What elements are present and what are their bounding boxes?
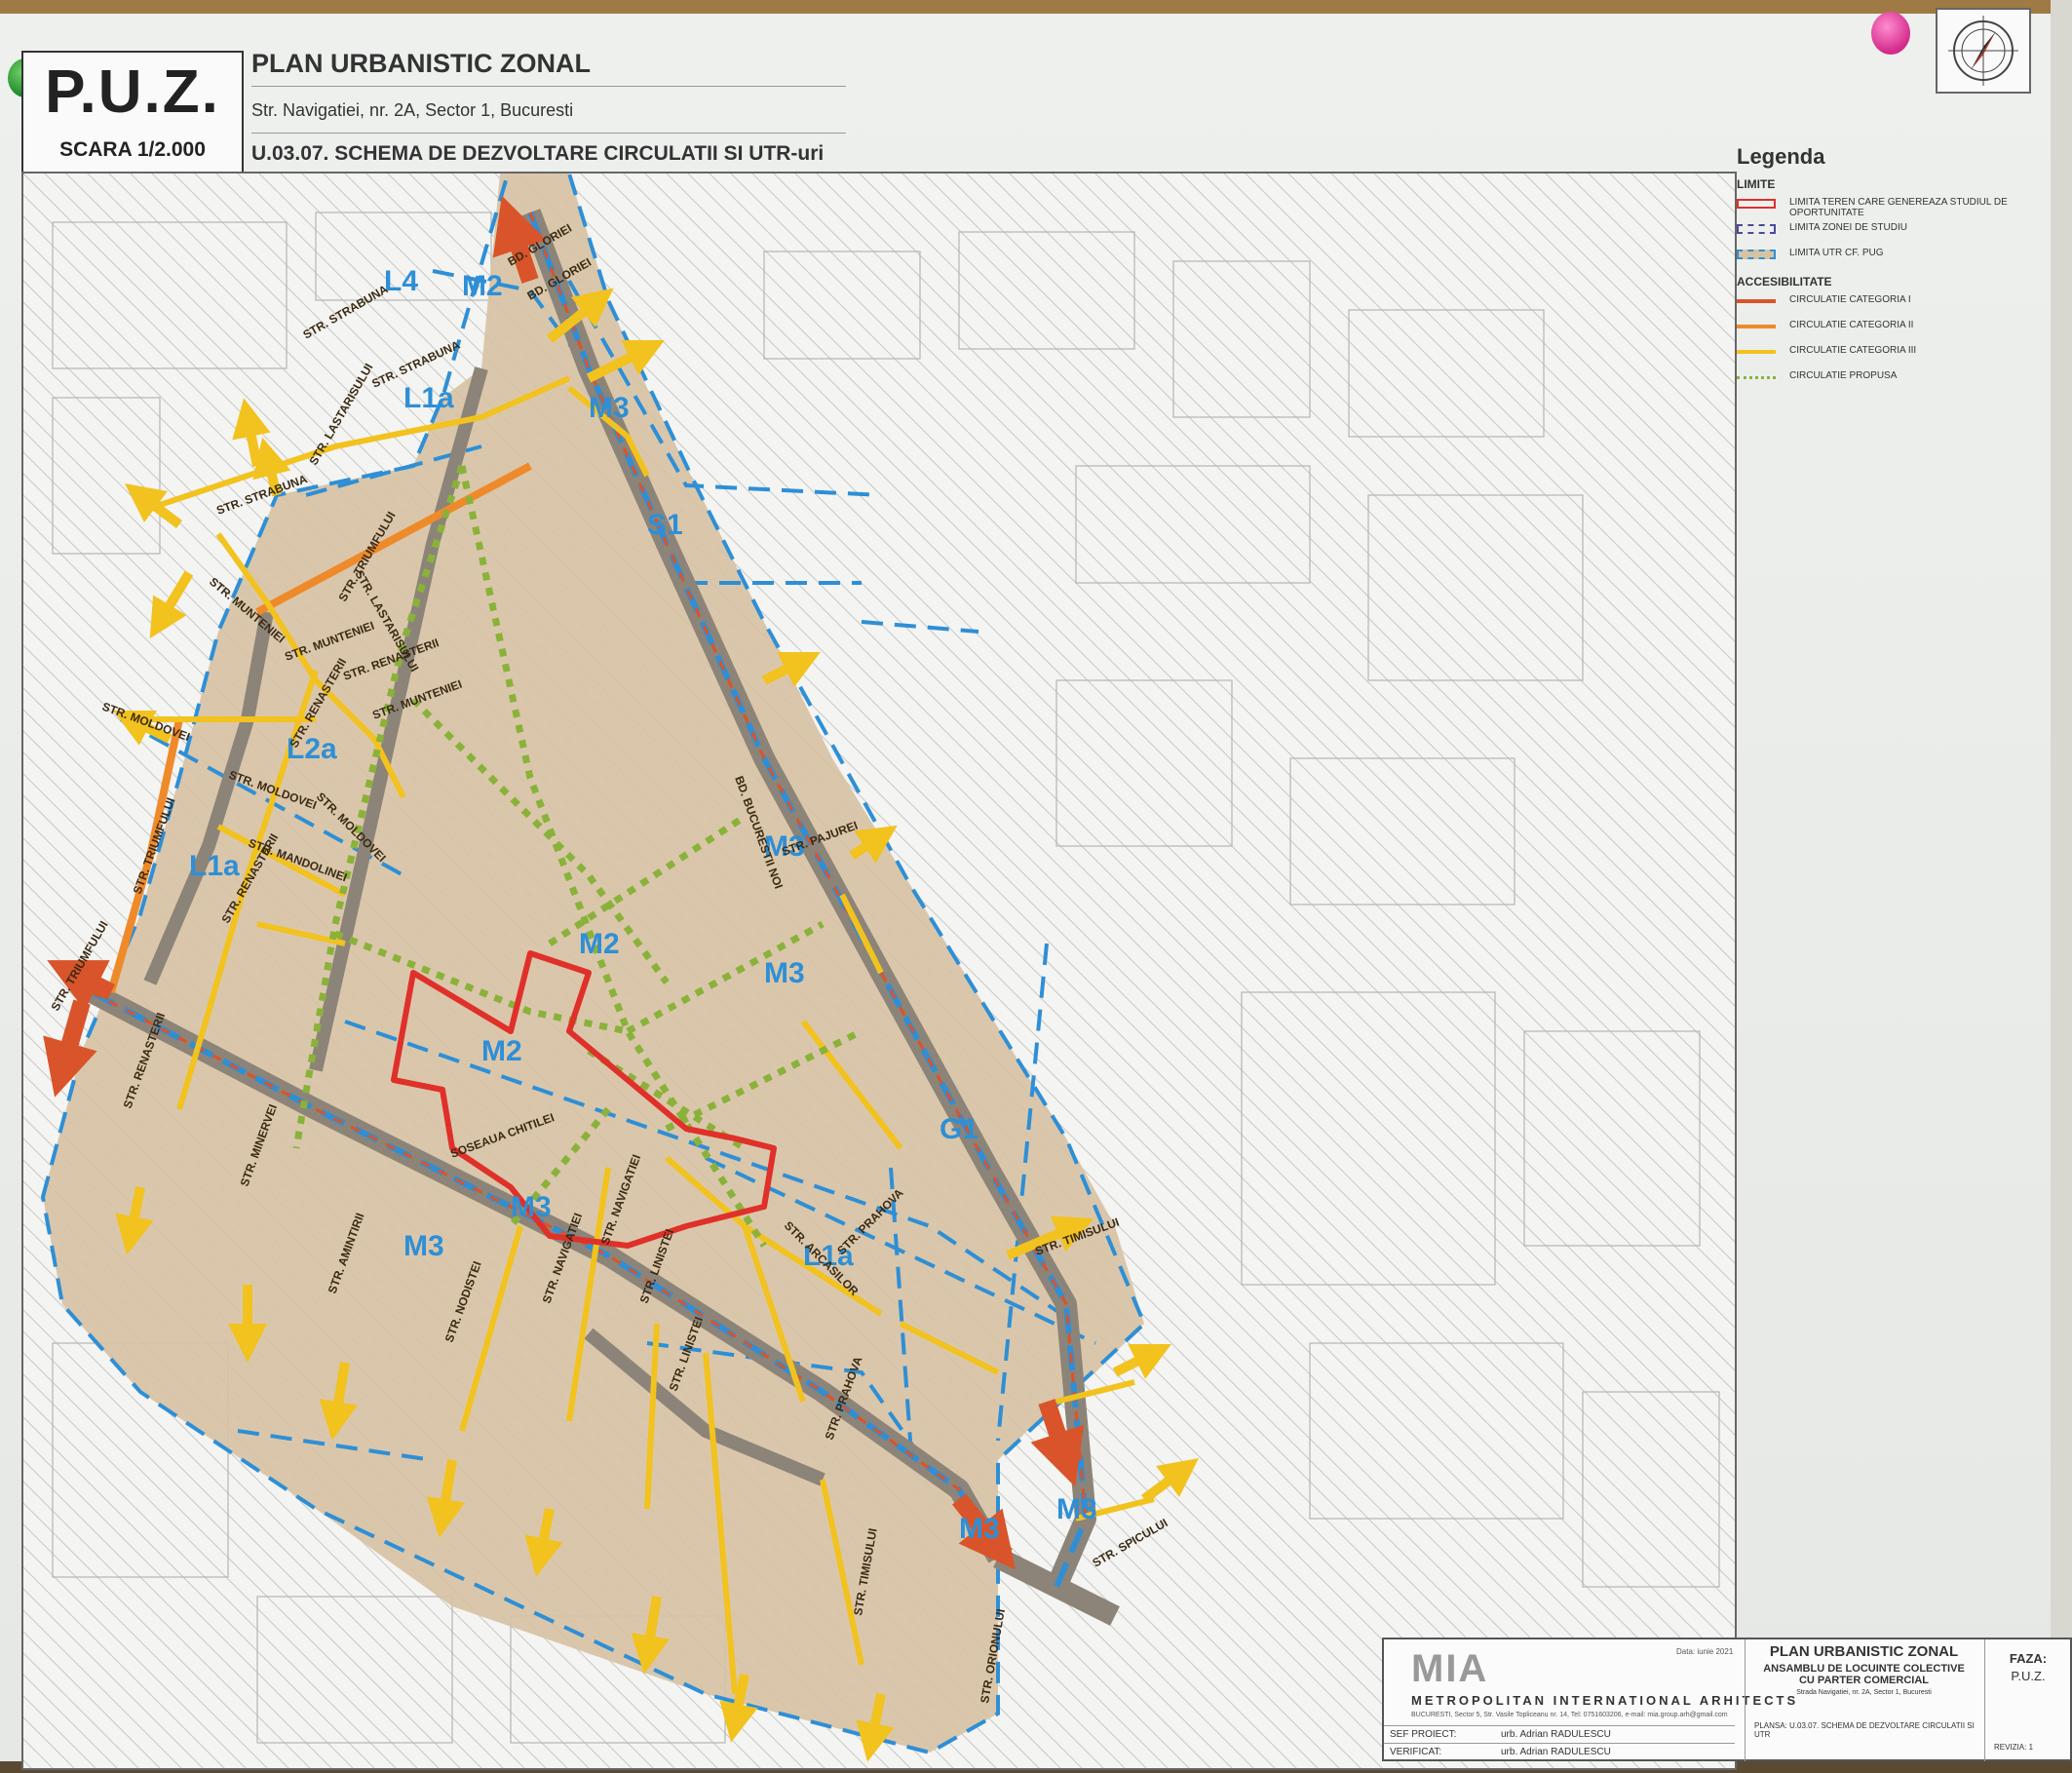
puz-label: P.U.Z.	[45, 58, 220, 126]
zone-label-l1a: L1a	[189, 850, 240, 882]
signature-row: SEF PROIECT: urb. Adrian RADULESCU	[1384, 1725, 1735, 1744]
zone-label-s1: S1	[647, 509, 683, 541]
zone-label-m3: M3	[764, 957, 805, 989]
role-label: SEF PROIECT:	[1390, 1729, 1457, 1740]
legend-section-limits: LIMITE	[1737, 177, 1776, 191]
legend-swatch-proposed	[1737, 376, 1776, 379]
zone-label-m2: M2	[579, 928, 620, 960]
divider	[1984, 1639, 1985, 1761]
title-block: MIA Data: iunie 2021 METROPOLITAN INTERN…	[1382, 1638, 2072, 1761]
header-text: PLAN URBANISTIC ZONAL Str. Navigatiei, n…	[251, 47, 846, 166]
legend-label: CIRCULATIE CATEGORIA III	[1789, 345, 1917, 356]
zone-label-m3: M3	[1056, 1493, 1097, 1525]
legend-item: CIRCULATIE CATEGORIA I	[1737, 292, 2019, 314]
map-sheet: P.U.Z. SCARA 1/2.000 PLAN URBANISTIC ZON…	[0, 0, 2072, 1770]
signature-row: VERIFICAT: urb. Adrian RADULESCU	[1384, 1743, 1735, 1761]
zone-label-g1: G1	[940, 1113, 978, 1145]
sheet-label: PLANSA: U.03.07. SCHEMA DE DEZVOLTARE CI…	[1754, 1721, 1975, 1739]
firm-address: BUCURESTI, Sector 5, Str. Vasile Toplice…	[1411, 1712, 1728, 1718]
phase-value: P.U.Z.	[2011, 1669, 2046, 1683]
legend-swatch-utr	[1737, 250, 1776, 259]
legend-label: CIRCULATIE CATEGORIA II	[1789, 320, 1914, 330]
legend-item: CIRCULATIE CATEGORIA II	[1737, 318, 2019, 339]
legend-item: LIMITA UTR cf. PUG	[1737, 246, 2019, 267]
scale-label: SCARA 1/2.000	[59, 138, 206, 161]
zone-label-l1a: L1a	[403, 382, 454, 414]
role-label: VERIFICAT:	[1390, 1747, 1442, 1757]
revision-label: REVIZIA: 1	[1994, 1743, 2034, 1752]
project-name: ANSAMBLU DE LOCUINTE COLECTIVE CU PARTER…	[1763, 1663, 1965, 1686]
puz-title-box: P.U.Z. SCARA 1/2.000	[21, 51, 244, 173]
board-edge	[2051, 0, 2072, 1761]
legend-panel: Legenda LIMITE LIMITA TEREN CARE GENEREA…	[1737, 144, 2019, 390]
zone-label-m2: M2	[481, 1035, 522, 1067]
legend-label: CIRCULATIE PROPUSA	[1789, 370, 1898, 381]
person-name: urb. Adrian RADULESCU	[1501, 1747, 1611, 1757]
plan-address: Str. Navigatiei, nr. 2A, Sector 1, Bucur…	[251, 100, 574, 120]
legend-section-access: ACCESIBILITATE	[1737, 275, 1832, 289]
project-info: PLAN URBANISTIC ZONAL ANSAMBLU DE LOCUIN…	[1754, 1643, 1974, 1696]
legend-label: LIMITA ZONEI DE STUDIU	[1789, 222, 1907, 233]
firm-logo: MIA	[1411, 1647, 1489, 1690]
project-plan-title: PLAN URBANISTIC ZONAL	[1769, 1643, 1959, 1660]
legend-swatch-cat1	[1737, 299, 1776, 303]
zone-label-m2: M2	[462, 270, 503, 302]
sheet-title: U.03.07. SCHEMA DE DEZVOLTARE CIRCULATII…	[251, 142, 825, 165]
north-arrow-icon	[1936, 8, 2031, 94]
urban-plan-map: L4 M2M3L1aS1L2aL1aM3M2M3M2G1M3M3L1aM3M3 B…	[23, 161, 1735, 1768]
legend-label: LIMITA TEREN CARE GENEREAZA STUDIUL DE O…	[1789, 197, 2008, 218]
zone-label-m3: M3	[959, 1513, 1000, 1545]
zone-label-m3: M3	[511, 1191, 552, 1223]
project-address: Strada Navigatiei, nr. 2A, Sector 1, Buc…	[1796, 1689, 1932, 1696]
legend-item: CIRCULATIE CATEGORIA III	[1737, 343, 2019, 365]
header-rule	[251, 86, 846, 87]
legend-item: LIMITA TEREN CARE GENEREAZA STUDIUL DE O…	[1737, 195, 2019, 218]
person-name: urb. Adrian RADULESCU	[1501, 1729, 1611, 1740]
legend-swatch-site	[1737, 199, 1776, 209]
zone-label-m3: M3	[403, 1230, 444, 1262]
legend-swatch-cat2	[1737, 325, 1776, 328]
legend-swatch-study	[1737, 224, 1776, 234]
legend-label: LIMITA UTR cf. PUG	[1789, 248, 1884, 258]
plan-date: Data: iunie 2021	[1676, 1647, 1734, 1656]
plan-title: PLAN URBANISTIC ZONAL	[251, 49, 591, 78]
phase-label: FAZA:	[2009, 1651, 2048, 1666]
corkboard-edge	[0, 0, 2072, 14]
divider	[1745, 1639, 1746, 1761]
legend-label: CIRCULATIE CATEGORIA I	[1789, 294, 1911, 305]
legend-item: LIMITA ZONEI DE STUDIU	[1737, 220, 2019, 242]
pink-pin-icon	[1871, 12, 1910, 55]
legend-title: Legenda	[1737, 144, 1825, 169]
legend-swatch-cat3	[1737, 350, 1776, 354]
legend-item: CIRCULATIE PROPUSA	[1737, 368, 2019, 390]
zone-label-m3: M3	[589, 392, 630, 424]
header-rule	[251, 133, 846, 134]
firm-name: METROPOLITAN INTERNATIONAL ARHITECTS	[1411, 1693, 1799, 1708]
map-frame: L4 M2 M3 L1a S1 L2a L1a M3 M2 M3 M2 G1 M3 M3 L1a M3 M3 B…	[21, 161, 1737, 1770]
